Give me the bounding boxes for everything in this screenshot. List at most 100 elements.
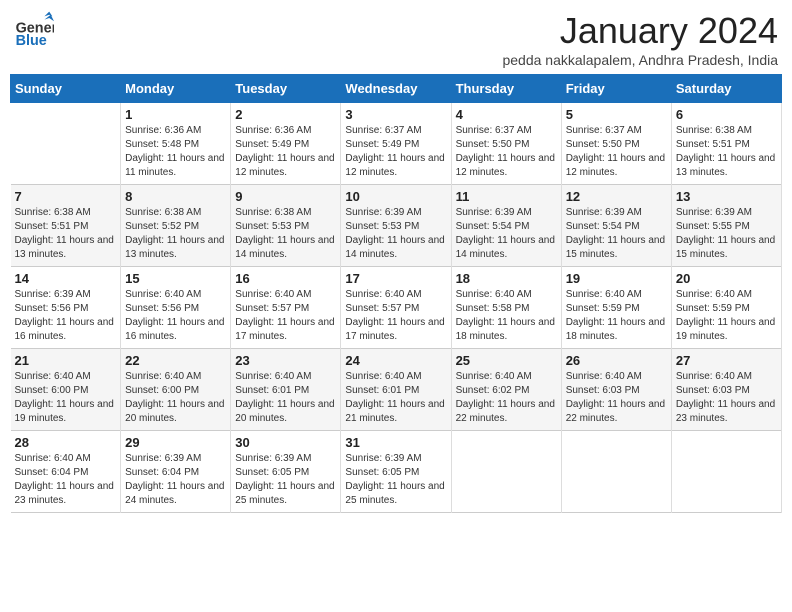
day-info: Sunrise: 6:40 AM Sunset: 5:57 PM Dayligh… [345,288,446,344]
calendar-cell: 14Sunrise: 6:39 AM Sunset: 5:56 PM Dayli… [11,267,121,349]
day-info: Sunrise: 6:38 AM Sunset: 5:51 PM Dayligh… [676,124,777,180]
calendar-cell: 8 Sunrise: 6:38 AM Sunset: 5:52 PM Daylig… [121,185,231,267]
day-number: 30 [235,435,336,450]
calendar-cell: 24 Sunrise: 6:40 AM Sunset: 6:01 PM Dayli… [341,349,451,431]
svg-text:Blue: Blue [16,33,47,49]
day-number: 9 [235,189,336,204]
day-number: 7 [15,189,117,204]
day-number: 19 [566,271,667,286]
calendar-cell: 20 Sunrise: 6:40 AM Sunset: 5:59 PM Dayli… [671,267,781,349]
calendar-cell: 13 Sunrise: 6:39 AM Sunset: 5:55 PM Dayli… [671,185,781,267]
calendar-body: 1Sunrise: 6:36 AM Sunset: 5:48 PM Daylig… [11,103,782,513]
day-info: Sunrise: 6:39 AM Sunset: 6:05 PM Dayligh… [345,452,446,508]
day-number: 22 [125,353,226,368]
calendar-cell: 31 Sunrise: 6:39 AM Sunset: 6:05 PM Dayli… [341,431,451,513]
calendar-cell: 25 Sunrise: 6:40 AM Sunset: 6:02 PM Dayli… [451,349,561,431]
day-number: 11 [456,189,557,204]
page-header: General Blue January 2024 pedda nakkalap… [10,10,782,68]
calendar-cell: 17 Sunrise: 6:40 AM Sunset: 5:57 PM Dayli… [341,267,451,349]
day-info: Sunrise: 6:40 AM Sunset: 5:57 PM Dayligh… [235,288,336,344]
day-info: Sunrise: 6:40 AM Sunset: 6:02 PM Dayligh… [456,370,557,426]
day-number: 13 [676,189,777,204]
calendar-cell: 23 Sunrise: 6:40 AM Sunset: 6:01 PM Dayli… [231,349,341,431]
day-number: 31 [345,435,446,450]
day-number: 24 [345,353,446,368]
calendar-cell: 4 Sunrise: 6:37 AM Sunset: 5:50 PM Daylig… [451,103,561,185]
day-info: Sunrise: 6:39 AM Sunset: 5:53 PM Dayligh… [345,206,446,262]
calendar-cell: 5 Sunrise: 6:37 AM Sunset: 5:50 PM Daylig… [561,103,671,185]
calendar-cell: 18 Sunrise: 6:40 AM Sunset: 5:58 PM Dayli… [451,267,561,349]
calendar-cell: 10Sunrise: 6:39 AM Sunset: 5:53 PM Dayli… [341,185,451,267]
day-number: 20 [676,271,777,286]
day-info: Sunrise: 6:40 AM Sunset: 5:59 PM Dayligh… [566,288,667,344]
calendar-cell: 27Sunrise: 6:40 AM Sunset: 6:03 PM Dayli… [671,349,781,431]
calendar-cell [561,431,671,513]
calendar-cell: 7Sunrise: 6:38 AM Sunset: 5:51 PM Daylig… [11,185,121,267]
calendar-week-row: 21 Sunrise: 6:40 AM Sunset: 6:00 PM Dayli… [11,349,782,431]
day-info: Sunrise: 6:38 AM Sunset: 5:53 PM Dayligh… [235,206,336,262]
day-info: Sunrise: 6:36 AM Sunset: 5:49 PM Dayligh… [235,124,336,180]
day-info: Sunrise: 6:40 AM Sunset: 6:04 PM Dayligh… [15,452,117,508]
calendar-cell: 11 Sunrise: 6:39 AM Sunset: 5:54 PM Dayli… [451,185,561,267]
day-info: Sunrise: 6:40 AM Sunset: 6:01 PM Dayligh… [345,370,446,426]
day-number: 5 [566,107,667,122]
day-info: Sunrise: 6:39 AM Sunset: 5:55 PM Dayligh… [676,206,777,262]
calendar-week-row: 28 Sunrise: 6:40 AM Sunset: 6:04 PM Dayli… [11,431,782,513]
day-number: 3 [345,107,446,122]
logo-icon: General Blue [14,10,54,50]
day-number: 25 [456,353,557,368]
day-of-week-header: Thursday [451,75,561,103]
calendar-cell: 2 Sunrise: 6:36 AM Sunset: 5:49 PM Daylig… [231,103,341,185]
calendar-week-row: 1Sunrise: 6:36 AM Sunset: 5:48 PM Daylig… [11,103,782,185]
day-number: 28 [15,435,117,450]
day-number: 18 [456,271,557,286]
month-title: January 2024 [502,10,778,52]
calendar-cell: 1Sunrise: 6:36 AM Sunset: 5:48 PM Daylig… [121,103,231,185]
day-info: Sunrise: 6:39 AM Sunset: 6:04 PM Dayligh… [125,452,226,508]
day-info: Sunrise: 6:37 AM Sunset: 5:50 PM Dayligh… [456,124,557,180]
calendar-cell: 30 Sunrise: 6:39 AM Sunset: 6:05 PM Dayli… [231,431,341,513]
day-info: Sunrise: 6:36 AM Sunset: 5:48 PM Dayligh… [125,124,226,180]
day-number: 2 [235,107,336,122]
day-number: 21 [15,353,117,368]
day-info: Sunrise: 6:40 AM Sunset: 6:01 PM Dayligh… [235,370,336,426]
calendar-cell: 28 Sunrise: 6:40 AM Sunset: 6:04 PM Dayli… [11,431,121,513]
calendar-week-row: 14Sunrise: 6:39 AM Sunset: 5:56 PM Dayli… [11,267,782,349]
day-of-week-header: Tuesday [231,75,341,103]
day-info: Sunrise: 6:40 AM Sunset: 6:03 PM Dayligh… [566,370,667,426]
day-info: Sunrise: 6:40 AM Sunset: 5:56 PM Dayligh… [125,288,226,344]
calendar-cell: 22Sunrise: 6:40 AM Sunset: 6:00 PM Dayli… [121,349,231,431]
calendar-cell: 19 Sunrise: 6:40 AM Sunset: 5:59 PM Dayli… [561,267,671,349]
day-number: 8 [125,189,226,204]
day-of-week-header: Friday [561,75,671,103]
calendar-cell [11,103,121,185]
day-info: Sunrise: 6:38 AM Sunset: 5:52 PM Dayligh… [125,206,226,262]
calendar-cell: 9 Sunrise: 6:38 AM Sunset: 5:53 PM Daylig… [231,185,341,267]
day-number: 26 [566,353,667,368]
day-info: Sunrise: 6:39 AM Sunset: 6:05 PM Dayligh… [235,452,336,508]
day-info: Sunrise: 6:39 AM Sunset: 5:54 PM Dayligh… [456,206,557,262]
day-number: 23 [235,353,336,368]
day-info: Sunrise: 6:39 AM Sunset: 5:54 PM Dayligh… [566,206,667,262]
day-number: 17 [345,271,446,286]
day-number: 4 [456,107,557,122]
day-number: 29 [125,435,226,450]
calendar-cell: 21 Sunrise: 6:40 AM Sunset: 6:00 PM Dayli… [11,349,121,431]
location: pedda nakkalapalem, Andhra Pradesh, Indi… [502,52,778,68]
day-info: Sunrise: 6:40 AM Sunset: 6:00 PM Dayligh… [15,370,117,426]
day-of-week-header: Saturday [671,75,781,103]
day-info: Sunrise: 6:37 AM Sunset: 5:50 PM Dayligh… [566,124,667,180]
day-info: Sunrise: 6:39 AM Sunset: 5:56 PM Dayligh… [15,288,117,344]
day-info: Sunrise: 6:40 AM Sunset: 5:59 PM Dayligh… [676,288,777,344]
calendar-cell: 6 Sunrise: 6:38 AM Sunset: 5:51 PM Daylig… [671,103,781,185]
logo: General Blue [14,10,54,50]
calendar-cell: 15Sunrise: 6:40 AM Sunset: 5:56 PM Dayli… [121,267,231,349]
day-info: Sunrise: 6:37 AM Sunset: 5:49 PM Dayligh… [345,124,446,180]
day-of-week-header: Sunday [11,75,121,103]
day-number: 6 [676,107,777,122]
calendar-week-row: 7Sunrise: 6:38 AM Sunset: 5:51 PM Daylig… [11,185,782,267]
day-info: Sunrise: 6:40 AM Sunset: 5:58 PM Dayligh… [456,288,557,344]
calendar-cell: 29 Sunrise: 6:39 AM Sunset: 6:04 PM Dayli… [121,431,231,513]
calendar-table: SundayMondayTuesdayWednesdayThursdayFrid… [10,74,782,513]
calendar-header-row: SundayMondayTuesdayWednesdayThursdayFrid… [11,75,782,103]
